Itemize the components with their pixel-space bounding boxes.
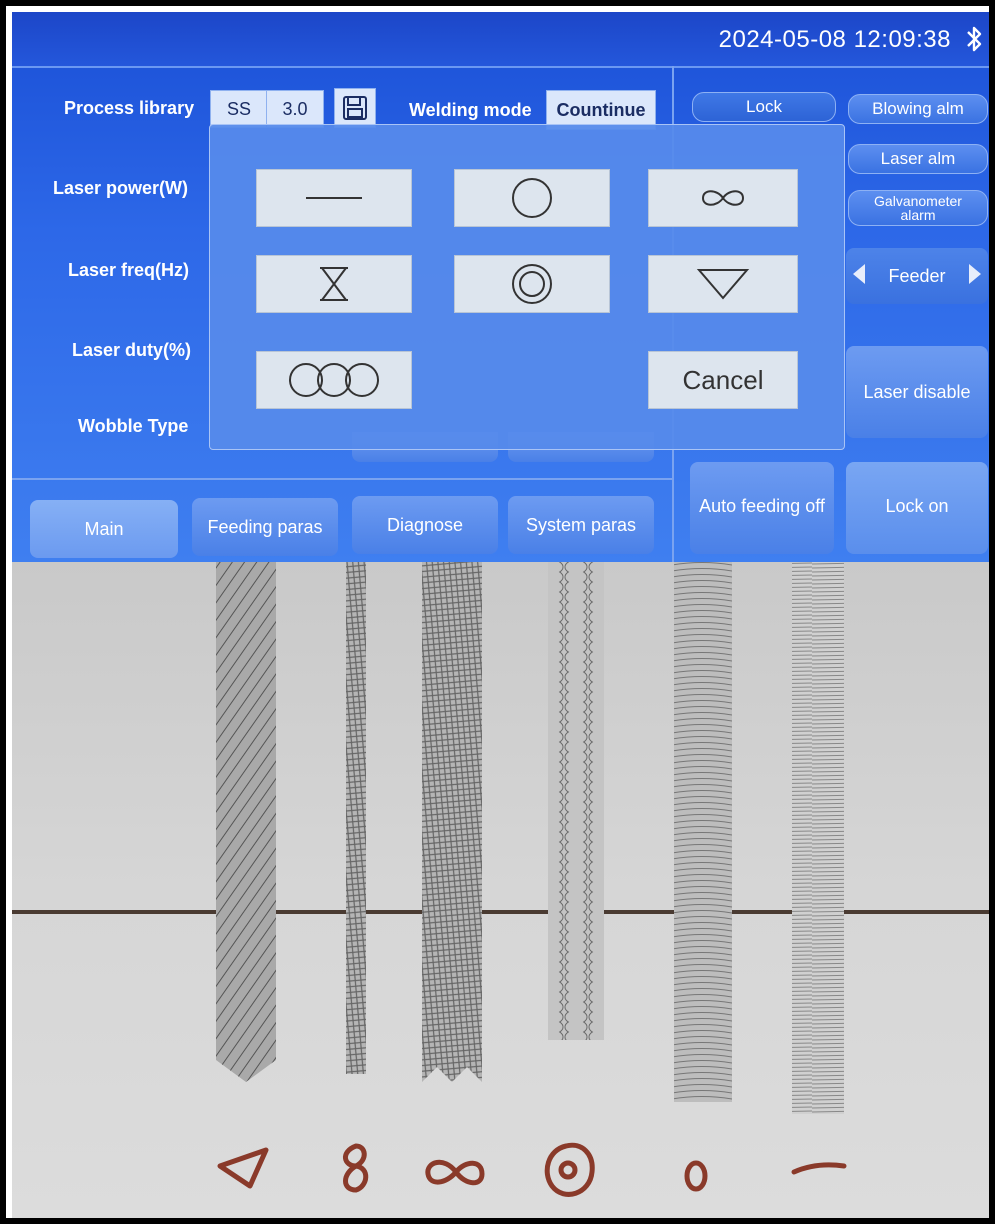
- line-icon: [306, 197, 362, 199]
- marker-triangle-icon: [217, 1147, 269, 1189]
- blowing-alarm-label: Blowing alm: [872, 99, 964, 118]
- laser-alarm-label: Laser alm: [880, 149, 956, 168]
- wobble-type-popup: Cancel: [209, 124, 845, 450]
- wobble-circle-button[interactable]: [454, 169, 610, 227]
- material-value: SS: [226, 98, 251, 119]
- triple-circle-icon: [289, 363, 379, 397]
- weld-bead-triangle: [216, 562, 276, 1082]
- weld-beads: [216, 562, 847, 1197]
- weld-bead-double-circle: [548, 562, 604, 1040]
- weld-bead-infinity: [422, 562, 482, 1082]
- wobble-triple-circle-button[interactable]: [256, 351, 412, 409]
- lock-on-label: Lock on: [885, 496, 949, 516]
- feeder-selector: Feeder: [846, 248, 988, 304]
- galvanometer-alarm-label: Galvanometer alarm: [874, 193, 962, 223]
- material-field[interactable]: SS: [210, 90, 268, 128]
- marker-double-circle-icon: [544, 1142, 595, 1197]
- cancel-button[interactable]: Cancel: [648, 351, 798, 409]
- auto-feeding-off-button[interactable]: Auto feeding off: [690, 462, 834, 554]
- tab-system-paras[interactable]: System paras: [508, 496, 654, 554]
- datetime: 2024-05-08 12:09:38: [718, 26, 951, 53]
- marker-inner-circle-icon: [558, 1160, 578, 1180]
- lock-indicator[interactable]: Lock: [692, 92, 836, 122]
- auto-feeding-off-label: Auto feeding off: [699, 496, 825, 516]
- lock-label: Lock: [746, 97, 782, 116]
- save-icon: [343, 96, 367, 120]
- weld-sample-plate: [12, 562, 989, 1218]
- tab-feeding-paras[interactable]: Feeding paras: [192, 498, 338, 556]
- lock-on-button[interactable]: Lock on: [846, 462, 988, 554]
- tab-main-label: Main: [84, 518, 124, 539]
- thickness-field[interactable]: 3.0: [266, 90, 324, 128]
- feeder-prev-icon[interactable]: [852, 263, 866, 290]
- cancel-label: Cancel: [682, 364, 764, 395]
- bluetooth-icon: [961, 24, 987, 54]
- weld-bead-circle: [674, 562, 732, 1102]
- tab-main[interactable]: Main: [30, 500, 178, 558]
- hourglass-icon: [320, 267, 348, 301]
- laser-disable-label: Laser disable: [863, 381, 971, 402]
- hmi-screen: 2024-05-08 12:09:38 Process library SS 3…: [12, 12, 989, 562]
- laser-freq-label: Laser freq(Hz): [68, 260, 190, 280]
- weld-bead-line: [792, 562, 844, 1114]
- welding-mode-value: Countinue: [556, 99, 646, 120]
- wobble-line-button[interactable]: [256, 169, 412, 227]
- laser-power-label: Laser power(W): [53, 178, 189, 198]
- feeder-next-icon[interactable]: [968, 263, 982, 290]
- status-bar: 2024-05-08 12:09:38: [12, 12, 989, 68]
- marker-figure-eight-icon: [343, 1143, 369, 1193]
- weld-bead-figure-eight: [346, 562, 366, 1074]
- save-button[interactable]: [334, 88, 376, 128]
- wobble-infinity-button[interactable]: [648, 169, 798, 227]
- tab-diagnose[interactable]: Diagnose: [352, 496, 498, 554]
- blowing-alarm-indicator: Blowing alm: [848, 94, 988, 124]
- wobble-triangle-button[interactable]: [648, 255, 798, 313]
- marker-circle-icon: [684, 1160, 708, 1192]
- tab-system-paras-label: System paras: [525, 514, 637, 535]
- circle-icon: [512, 178, 552, 218]
- laser-disable-button[interactable]: Laser disable: [846, 346, 988, 438]
- thickness-value: 3.0: [282, 98, 308, 119]
- process-library-label: Process library: [64, 98, 195, 118]
- marker-line-icon: [791, 1162, 847, 1175]
- infinity-icon: [701, 190, 745, 206]
- wobble-type-label: Wobble Type: [78, 416, 189, 436]
- tab-diagnose-label: Diagnose: [386, 514, 464, 535]
- marker-infinity-icon: [425, 1159, 485, 1186]
- laser-duty-label: Laser duty(%): [72, 340, 192, 360]
- wobble-double-circle-button[interactable]: [454, 255, 610, 313]
- horizontal-divider: [12, 478, 672, 480]
- galvanometer-alarm-indicator: Galvanometer alarm: [848, 190, 988, 226]
- feeder-label: Feeder: [888, 265, 946, 286]
- tab-feeding-paras-label: Feeding paras: [207, 516, 323, 537]
- triangle-icon: [696, 269, 750, 300]
- photo-frame: 2024-05-08 12:09:38 Process library SS 3…: [0, 0, 995, 1224]
- wobble-hourglass-button[interactable]: [256, 255, 412, 313]
- welding-mode-label: Welding mode: [409, 100, 532, 120]
- laser-alarm-indicator: Laser alm: [848, 144, 988, 174]
- double-circle-icon: [512, 264, 552, 304]
